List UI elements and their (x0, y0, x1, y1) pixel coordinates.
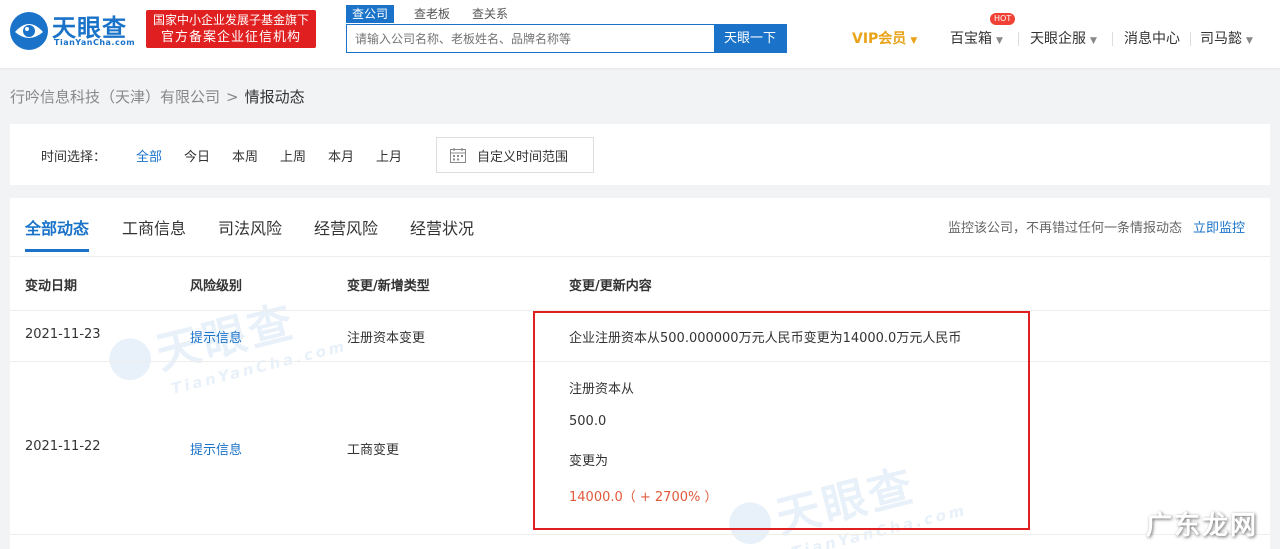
row-2-risk[interactable]: 提示信息 (190, 439, 242, 458)
highlight-box (533, 311, 1030, 530)
breadcrumb-company[interactable]: 行吟信息科技（天津）有限公司 (10, 88, 220, 106)
time-option-this-week[interactable]: 本周 (232, 146, 258, 165)
tab-all-dynamics[interactable]: 全部动态 (25, 215, 89, 239)
vip-menu[interactable]: VIP会员 ▼ (852, 30, 917, 48)
header-date: 变动日期 (25, 279, 78, 294)
row-1-date: 2021-11-23 (25, 327, 101, 342)
breadcrumb-separator: > (226, 88, 239, 106)
chevron-down-icon: ▼ (996, 36, 1003, 46)
search-input[interactable] (347, 25, 715, 52)
search-type-tabs: 查公司 查老板 查关系 (346, 5, 528, 23)
tab-operation-risk[interactable]: 经营风险 (314, 215, 378, 239)
active-tab-indicator (25, 249, 89, 252)
header-change-content: 变更/更新内容 (569, 279, 652, 294)
vip-label: VIP会员 (852, 31, 907, 47)
row-1-type: 注册资本变更 (347, 331, 426, 346)
header-risk-level: 风险级别 (190, 279, 243, 294)
search-tab-company[interactable]: 查公司 (346, 5, 395, 23)
search-tab-boss[interactable]: 查老板 (412, 5, 452, 23)
tab-judicial-risk[interactable]: 司法风险 (218, 215, 282, 239)
search-tab-relation[interactable]: 查关系 (470, 5, 510, 23)
top-header: 天眼查 TianYanCha.com 国家中小企业发展子基金旗下 官方备案企业征… (0, 0, 1280, 68)
monitor-prompt: 监控该公司，不再错过任何一条情报动态 (947, 221, 1182, 236)
chevron-down-icon: ▼ (1090, 36, 1097, 46)
tianyancha-logo[interactable]: 天眼查 TianYanCha.com (8, 8, 138, 52)
user-menu[interactable]: 司马懿 ▼ (1200, 30, 1253, 48)
badge-line-1: 国家中小企业发展子基金旗下 (152, 13, 309, 27)
monitor-now-link[interactable]: 立即监控 (1193, 217, 1245, 236)
enterprise-menu[interactable]: 天眼企服 ▼ (1030, 30, 1097, 48)
chevron-down-icon: ▼ (1246, 36, 1253, 46)
nav-divider (1112, 32, 1113, 46)
tab-business-info[interactable]: 工商信息 (122, 215, 186, 239)
search-button[interactable]: 天眼一下 (714, 25, 786, 52)
breadcrumb-current: 情报动态 (244, 88, 305, 106)
time-filter-panel: 时间选择： 全部 今日 本周 上周 本月 上月 自定义时间范围 (10, 124, 1270, 185)
nav-divider (1190, 32, 1191, 46)
chevron-down-icon: ▼ (910, 36, 918, 46)
row-2-type: 工商变更 (347, 443, 400, 458)
logo-eye-icon (10, 12, 48, 50)
logo-subtext: TianYanCha.com (54, 38, 136, 47)
corner-watermark: 广东龙网 (1146, 511, 1259, 541)
row-2-date: 2021-11-22 (25, 439, 101, 454)
time-option-last-month[interactable]: 上月 (376, 146, 402, 165)
custom-range-button[interactable]: 自定义时间范围 (436, 137, 594, 173)
row-1-risk[interactable]: 提示信息 (190, 327, 242, 346)
custom-range-label: 自定义时间范围 (477, 150, 569, 165)
enterprise-label: 天眼企服 (1030, 31, 1086, 47)
time-option-all[interactable]: 全部 (136, 146, 162, 165)
time-option-this-month[interactable]: 本月 (328, 146, 354, 165)
messages-link[interactable]: 消息中心 (1124, 30, 1180, 48)
header-change-type: 变更/新增类型 (347, 279, 430, 294)
calendar-icon (450, 148, 466, 163)
time-option-last-week[interactable]: 上周 (280, 146, 306, 165)
hot-badge: HOT (990, 13, 1016, 25)
search-box: 天眼一下 (346, 24, 787, 53)
nav-divider (1018, 32, 1019, 46)
dynamics-panel: 天眼查 TianYanCha.com 天眼查 TianYanCha.com 全部… (10, 198, 1270, 549)
treasure-label: 百宝箱 (950, 31, 992, 47)
badge-line-2: 官方备案企业征信机构 (160, 30, 301, 45)
time-option-today[interactable]: 今日 (184, 146, 210, 165)
table-row-divider (10, 534, 1270, 535)
user-name: 司马懿 (1200, 31, 1242, 47)
breadcrumb: 行吟信息科技（天津）有限公司 > 情报动态 (10, 86, 305, 107)
watermark-eye-icon (109, 338, 151, 381)
treasure-menu[interactable]: 百宝箱 ▼ (950, 30, 1003, 48)
tabs-divider (10, 256, 1270, 257)
official-badge: 国家中小企业发展子基金旗下 官方备案企业征信机构 (146, 10, 316, 48)
tab-operation-status[interactable]: 经营状况 (410, 215, 474, 239)
time-filter-label: 时间选择： (41, 150, 107, 165)
